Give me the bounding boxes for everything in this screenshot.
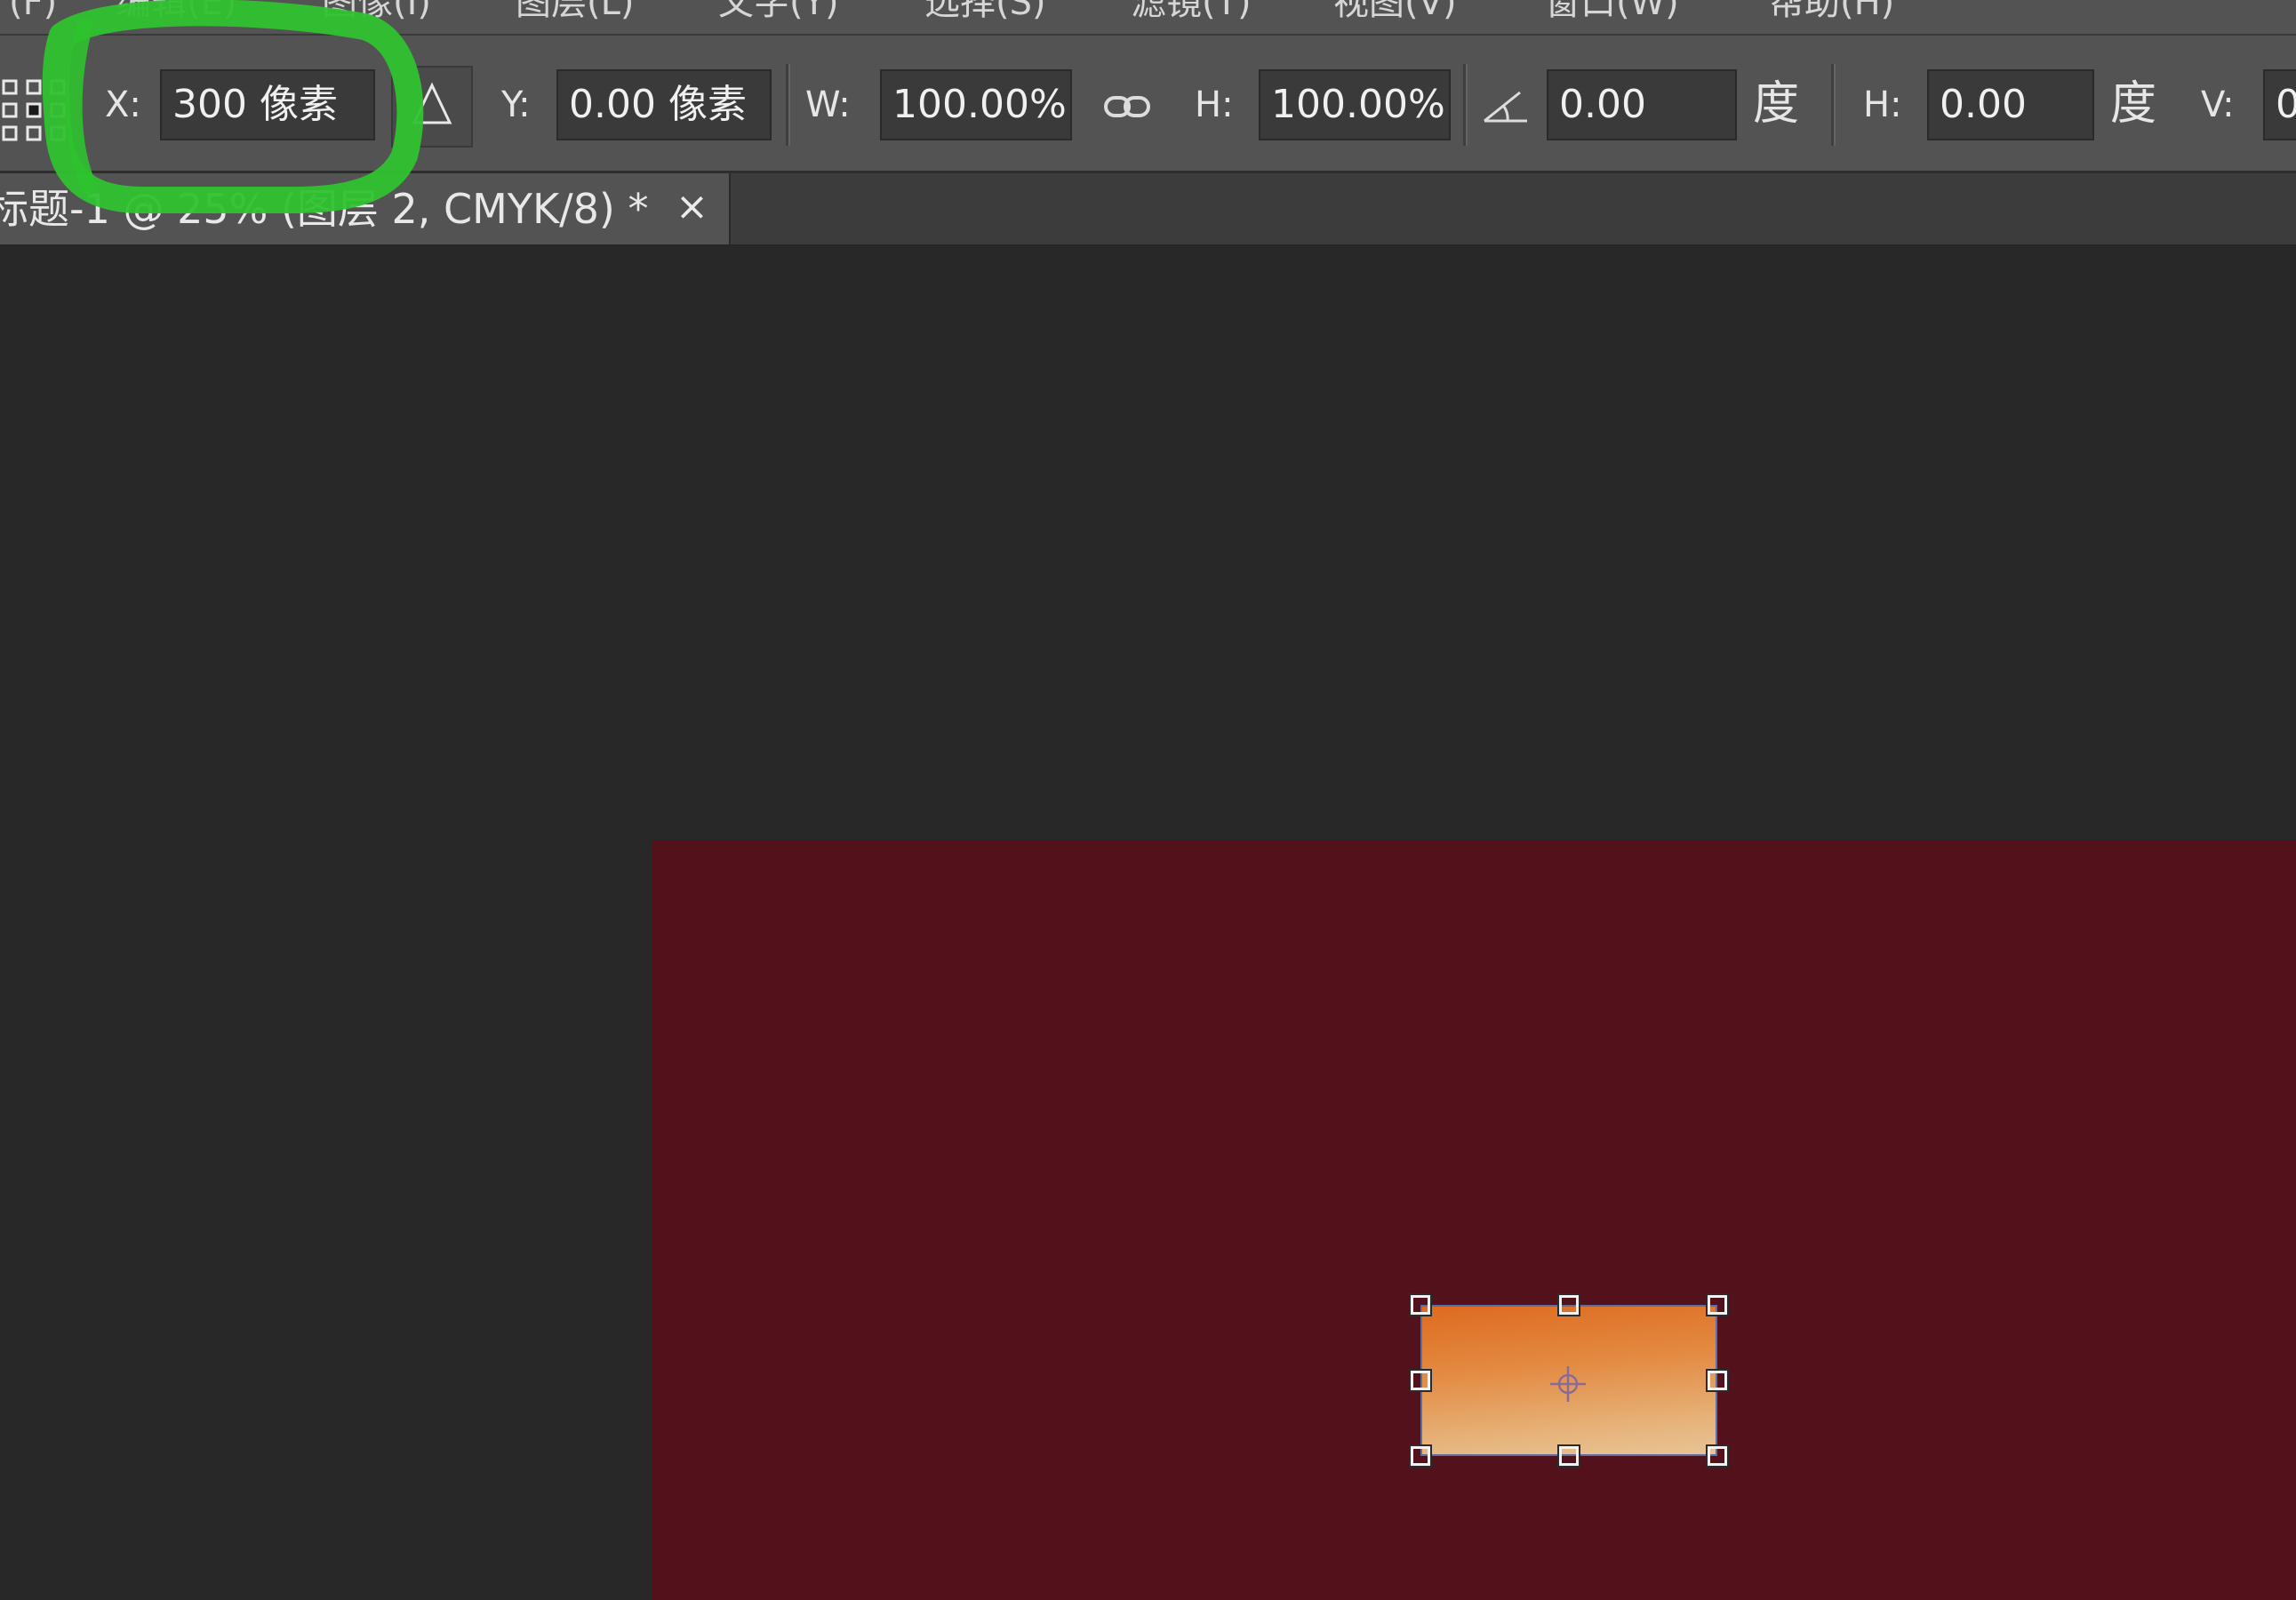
delta-triangle-icon xyxy=(412,82,452,124)
menu-file[interactable]: (F) xyxy=(9,0,57,25)
document-tab-bar: 标题-1 @ 25% (图层 2, CMYK/8) * × xyxy=(0,173,2296,246)
relative-positioning-button[interactable] xyxy=(391,66,473,148)
photoshop-window: (F) 编辑(E) 图像(I) 图层(L) 文字(Y) 选择(S) 滤镜(T) … xyxy=(0,0,2296,1600)
close-icon[interactable]: × xyxy=(676,180,708,234)
menu-type[interactable]: 文字(Y) xyxy=(718,0,839,25)
vertical-skew-label: V: xyxy=(2201,84,2235,125)
transform-handle-bottom-right[interactable] xyxy=(1706,1444,1729,1468)
reference-point-crosshair-icon[interactable] xyxy=(1548,1364,1588,1404)
rotate-angle-icon xyxy=(1484,91,1527,123)
document-tab[interactable]: 标题-1 @ 25% (图层 2, CMYK/8) * × xyxy=(0,173,731,244)
width-input[interactable]: 100.00% xyxy=(880,69,1072,140)
separator xyxy=(786,64,790,146)
height-label: H: xyxy=(1195,84,1234,125)
y-label: Y: xyxy=(501,84,531,125)
menu-layer[interactable]: 图层(L) xyxy=(516,0,635,25)
x-label: X: xyxy=(105,84,141,125)
menu-bar: (F) 编辑(E) 图像(I) 图层(L) 文字(Y) 选择(S) 滤镜(T) … xyxy=(0,0,2296,36)
menu-select[interactable]: 选择(S) xyxy=(924,0,1046,25)
horizontal-skew-input[interactable]: 0.00 xyxy=(1927,69,2094,140)
document-tab-title: 标题-1 @ 25% (图层 2, CMYK/8) * xyxy=(0,185,649,233)
transform-handle-bottom-left[interactable] xyxy=(1409,1444,1432,1468)
horizontal-skew-unit-label: 度 xyxy=(2110,77,2157,131)
transform-handle-top[interactable] xyxy=(1557,1293,1580,1316)
transform-handle-top-left[interactable] xyxy=(1409,1293,1432,1316)
menu-window[interactable]: 窗口(W) xyxy=(1545,0,1679,25)
rotate-unit-label: 度 xyxy=(1753,77,1800,131)
transform-handle-top-right[interactable] xyxy=(1706,1293,1729,1316)
menu-image[interactable]: 图像(I) xyxy=(322,0,431,25)
transform-handle-right[interactable] xyxy=(1706,1369,1729,1392)
horizontal-skew-label: H: xyxy=(1863,84,1902,125)
height-input[interactable]: 100.00% xyxy=(1259,69,1451,140)
x-position-input[interactable]: 300 像素 xyxy=(160,69,375,140)
link-chain-icon[interactable] xyxy=(1102,91,1152,123)
menu-help[interactable]: 帮助(H) xyxy=(1769,0,1894,25)
reference-point-grid-icon[interactable] xyxy=(0,76,71,145)
separator xyxy=(1831,64,1836,146)
transform-handle-left[interactable] xyxy=(1409,1369,1432,1392)
menu-edit[interactable]: 编辑(E) xyxy=(116,0,236,25)
width-label: W: xyxy=(805,84,851,125)
transform-handle-bottom[interactable] xyxy=(1557,1444,1580,1468)
vertical-skew-input[interactable]: 0 xyxy=(2263,69,2296,140)
menu-filter[interactable]: 滤镜(T) xyxy=(1131,0,1252,25)
transform-options-bar: X: 300 像素 Y: 0.00 像素 W: 100.00% H: 100.0… xyxy=(0,36,2296,173)
y-position-input[interactable]: 0.00 像素 xyxy=(556,69,772,140)
menu-view[interactable]: 视图(V) xyxy=(1333,0,1457,25)
document-canvas[interactable] xyxy=(652,840,2296,1600)
separator xyxy=(1463,64,1468,146)
rotate-input[interactable]: 0.00 xyxy=(1547,69,1737,140)
